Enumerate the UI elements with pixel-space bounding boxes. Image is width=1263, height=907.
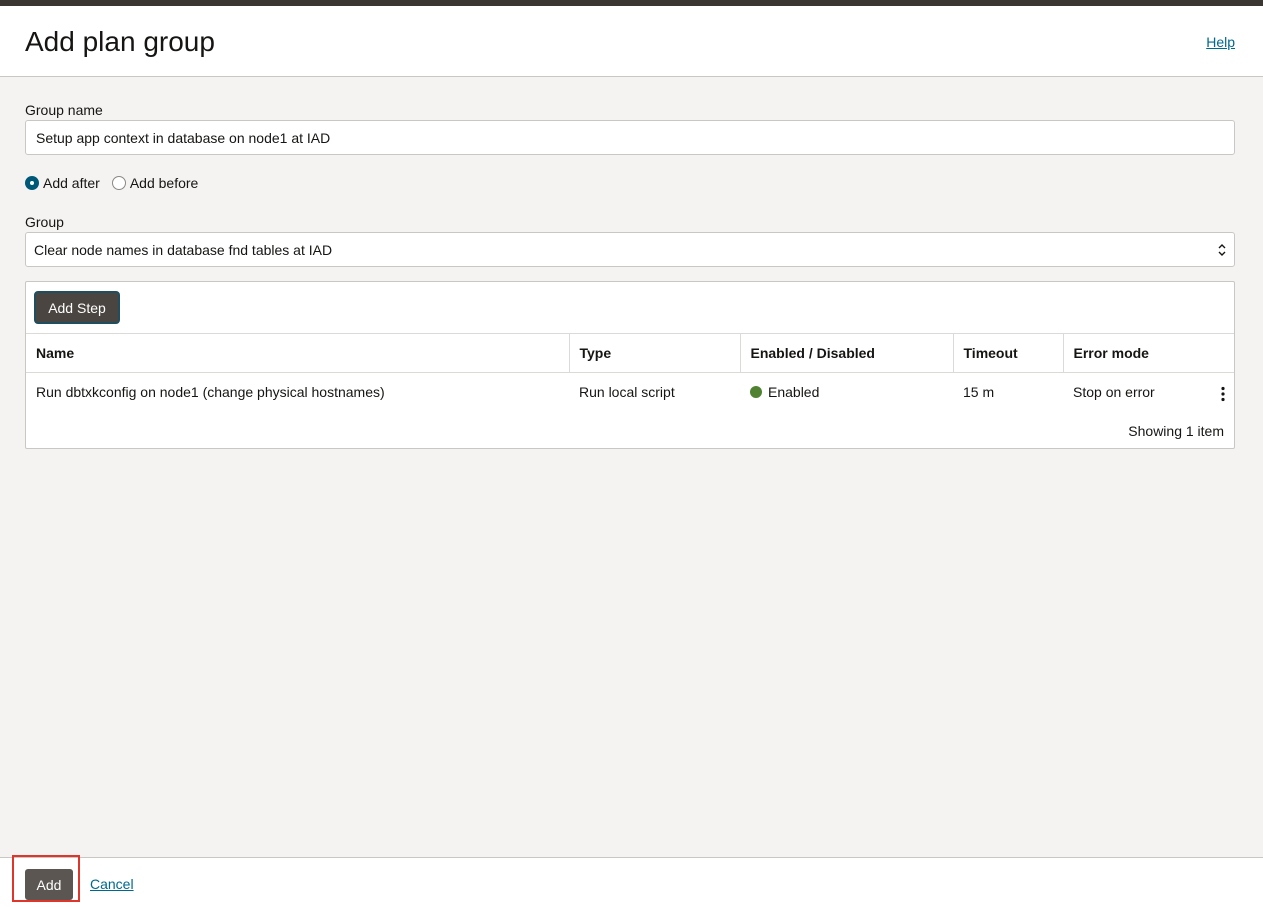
group-name-label: Group name	[25, 102, 103, 118]
radio-add-after[interactable]: Add after	[25, 175, 100, 191]
position-radio-group: Add after Add before	[25, 174, 210, 192]
step-error-mode: Stop on error	[1063, 372, 1234, 412]
step-status-cell: Enabled	[740, 372, 953, 412]
step-name: Run dbtxkconfig on node1 (change physica…	[26, 372, 569, 412]
help-link[interactable]: Help	[1206, 34, 1235, 50]
column-header-enabled[interactable]: Enabled / Disabled	[740, 333, 954, 373]
page-footer	[0, 857, 1263, 907]
steps-table: Name Type Enabled / Disabled Timeout Err…	[26, 333, 1234, 412]
column-header-type[interactable]: Type	[569, 333, 741, 373]
radio-add-after-indicator[interactable]	[25, 176, 39, 190]
column-header-name[interactable]: Name	[26, 333, 570, 373]
steps-panel: Add Step Name Type Enabled / Disabled Ti…	[25, 281, 1235, 449]
page-header: Add plan group Help	[0, 6, 1263, 77]
group-name-input[interactable]	[25, 120, 1235, 155]
radio-add-before[interactable]: Add before	[111, 175, 199, 191]
table-row[interactable]: Run dbtxkconfig on node1 (change physica…	[26, 372, 1234, 412]
table-header-row: Name Type Enabled / Disabled Timeout Err…	[26, 333, 1234, 373]
column-header-timeout[interactable]: Timeout	[953, 333, 1064, 373]
item-count: Showing 1 item	[1128, 423, 1224, 439]
select-arrows-icon	[1218, 244, 1226, 256]
add-button[interactable]: Add	[25, 869, 73, 900]
page-title: Add plan group	[25, 26, 215, 57]
cancel-link[interactable]: Cancel	[90, 876, 134, 892]
group-select-value: Clear node names in database fnd tables …	[34, 241, 333, 258]
radio-add-before-indicator[interactable]	[111, 176, 126, 190]
step-status: Enabled	[768, 384, 820, 401]
row-actions-kebab-icon[interactable]	[1220, 386, 1226, 402]
add-step-button[interactable]: Add Step	[34, 291, 120, 324]
status-dot-icon	[750, 386, 762, 399]
radio-add-before-label: Add before	[129, 175, 199, 191]
group-select[interactable]: Clear node names in database fnd tables …	[25, 232, 1235, 267]
radio-add-after-label: Add after	[43, 175, 100, 191]
group-label: Group	[25, 214, 64, 230]
column-header-error-mode[interactable]: Error mode	[1063, 333, 1234, 373]
step-type: Run local script	[569, 372, 740, 412]
step-timeout: 15 m	[953, 372, 1063, 412]
